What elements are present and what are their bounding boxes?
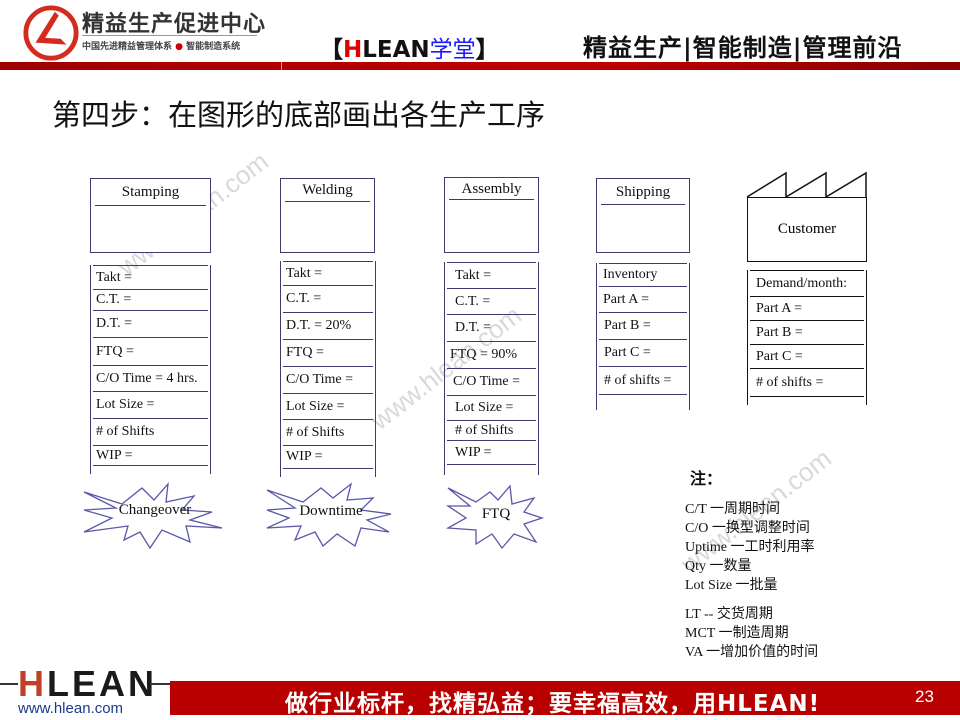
data-row: # of Shifts	[93, 419, 208, 446]
data-row: D.T. = 20%	[283, 313, 373, 340]
data-row: FTQ = 90%	[447, 342, 536, 369]
data-row: Part A =	[750, 297, 864, 321]
brand-tag: 【HLEAN学堂】	[320, 30, 499, 64]
data-row: Part C =	[750, 345, 864, 369]
header-bar	[0, 62, 960, 70]
process-name: Assembly	[449, 178, 534, 200]
note-item: Lot Size 一批量	[685, 578, 778, 593]
header-bar-divider	[281, 62, 282, 70]
note-item: Qty 一数量	[685, 559, 752, 574]
data-row: Takt =	[447, 263, 536, 289]
data-row: Part C =	[599, 340, 687, 367]
bracket-close: 】	[475, 37, 499, 63]
data-row: # of Shifts	[447, 421, 536, 441]
data-row: Takt =	[283, 262, 373, 286]
footer-logo-rest: LEAN	[47, 663, 157, 704]
burst-label: Changeover	[118, 502, 192, 518]
burst-label: FTQ	[481, 506, 511, 522]
footer-logo-line	[0, 683, 18, 685]
burst-label: Downtime	[299, 503, 363, 519]
data-row: # of shifts =	[599, 367, 687, 395]
data-row: C.T. =	[447, 289, 536, 315]
data-row: C.T. =	[283, 286, 373, 313]
process-box-stamping: Stamping	[90, 178, 211, 253]
brand-rest: LEAN	[362, 37, 430, 63]
footer-url[interactable]: www.hlean.com	[18, 700, 123, 717]
org-subtitle-left: 中国先进精益管理体系	[82, 42, 173, 52]
data-row: Part A =	[599, 287, 687, 313]
data-row: # of shifts =	[750, 369, 864, 397]
dot-icon: ●	[175, 42, 184, 52]
brand-cn: 学堂	[429, 37, 476, 63]
data-box-shipping: Inventory Part A = Part B = Part C = # o…	[596, 263, 690, 410]
data-row: WIP =	[447, 441, 536, 465]
customer-box: Customer	[747, 197, 867, 262]
header-slogan: 精益生产|智能制造|管理前沿	[583, 34, 903, 62]
org-subtitle: 中国先进精益管理体系 ● 智能制造系统	[82, 39, 240, 52]
page-number: 23	[915, 687, 934, 706]
data-row: Inventory	[599, 264, 687, 287]
factory-roof-icon	[746, 171, 867, 198]
note-item: C/T 一周期时间	[685, 502, 781, 517]
data-row: Lot Size =	[93, 392, 208, 419]
bracket-open: 【	[320, 37, 343, 63]
data-row: D.T. =	[447, 315, 536, 342]
page-title: 第四步：在图形的底部画出各生产工序	[52, 98, 546, 132]
logo-icon	[23, 5, 79, 61]
note-item: C/O 一换型调整时间	[685, 521, 810, 536]
data-row: Demand/month:	[750, 271, 864, 297]
data-box-stamping: Takt = C.T. = D.T. = FTQ = C/O Time = 4 …	[90, 265, 211, 474]
data-row: Part B =	[750, 321, 864, 345]
footer-logo-line	[150, 683, 170, 685]
data-box-welding: Takt = C.T. = D.T. = 20% FTQ = C/O Time …	[280, 261, 376, 477]
note-item: Uptime 一工时利用率	[685, 540, 815, 555]
data-row: FTQ =	[283, 340, 373, 367]
data-row: Lot Size =	[283, 394, 373, 420]
data-row: C/O Time = 4 hrs.	[93, 366, 208, 392]
data-row: WIP =	[93, 446, 208, 466]
process-box-assembly: Assembly	[444, 177, 539, 253]
notes-title: 注：	[690, 469, 723, 488]
org-name: 精益生产促进中心	[82, 12, 267, 37]
org-divider	[82, 35, 257, 36]
data-row: C.T. =	[93, 290, 208, 311]
data-row: WIP =	[283, 446, 373, 469]
org-subtitle-right: 智能制造系统	[186, 42, 241, 52]
footer-logo: HLEAN	[18, 666, 157, 702]
process-box-welding: Welding	[280, 178, 375, 253]
data-row: Takt =	[93, 266, 208, 290]
data-row: # of Shifts	[283, 420, 373, 446]
note-item: VA 一增加价值的时间	[685, 645, 819, 660]
footer-slogan: 做行业标杆，找精弘益；要幸福高效，用HLEAN!	[285, 691, 821, 717]
note-item: MCT 一制造周期	[685, 626, 789, 641]
note-item: LT -- 交货周期	[685, 607, 773, 622]
process-name: Stamping	[95, 179, 206, 206]
footer-logo-h: H	[18, 663, 47, 704]
data-row: C/O Time =	[447, 369, 536, 396]
process-name: Shipping	[601, 179, 685, 205]
data-row: FTQ =	[93, 338, 208, 366]
data-box-customer: Demand/month: Part A = Part B = Part C =…	[747, 270, 867, 405]
data-row: C/O Time =	[283, 367, 373, 394]
process-box-shipping: Shipping	[596, 178, 690, 253]
data-row: D.T. =	[93, 311, 208, 338]
process-name: Welding	[285, 179, 370, 202]
brand-h: H	[343, 37, 363, 63]
data-box-assembly: Takt = C.T. = D.T. = FTQ = 90% C/O Time …	[444, 262, 539, 475]
customer-name: Customer	[777, 221, 837, 237]
data-row: Part B =	[599, 313, 687, 340]
data-row: Lot Size =	[447, 396, 536, 421]
